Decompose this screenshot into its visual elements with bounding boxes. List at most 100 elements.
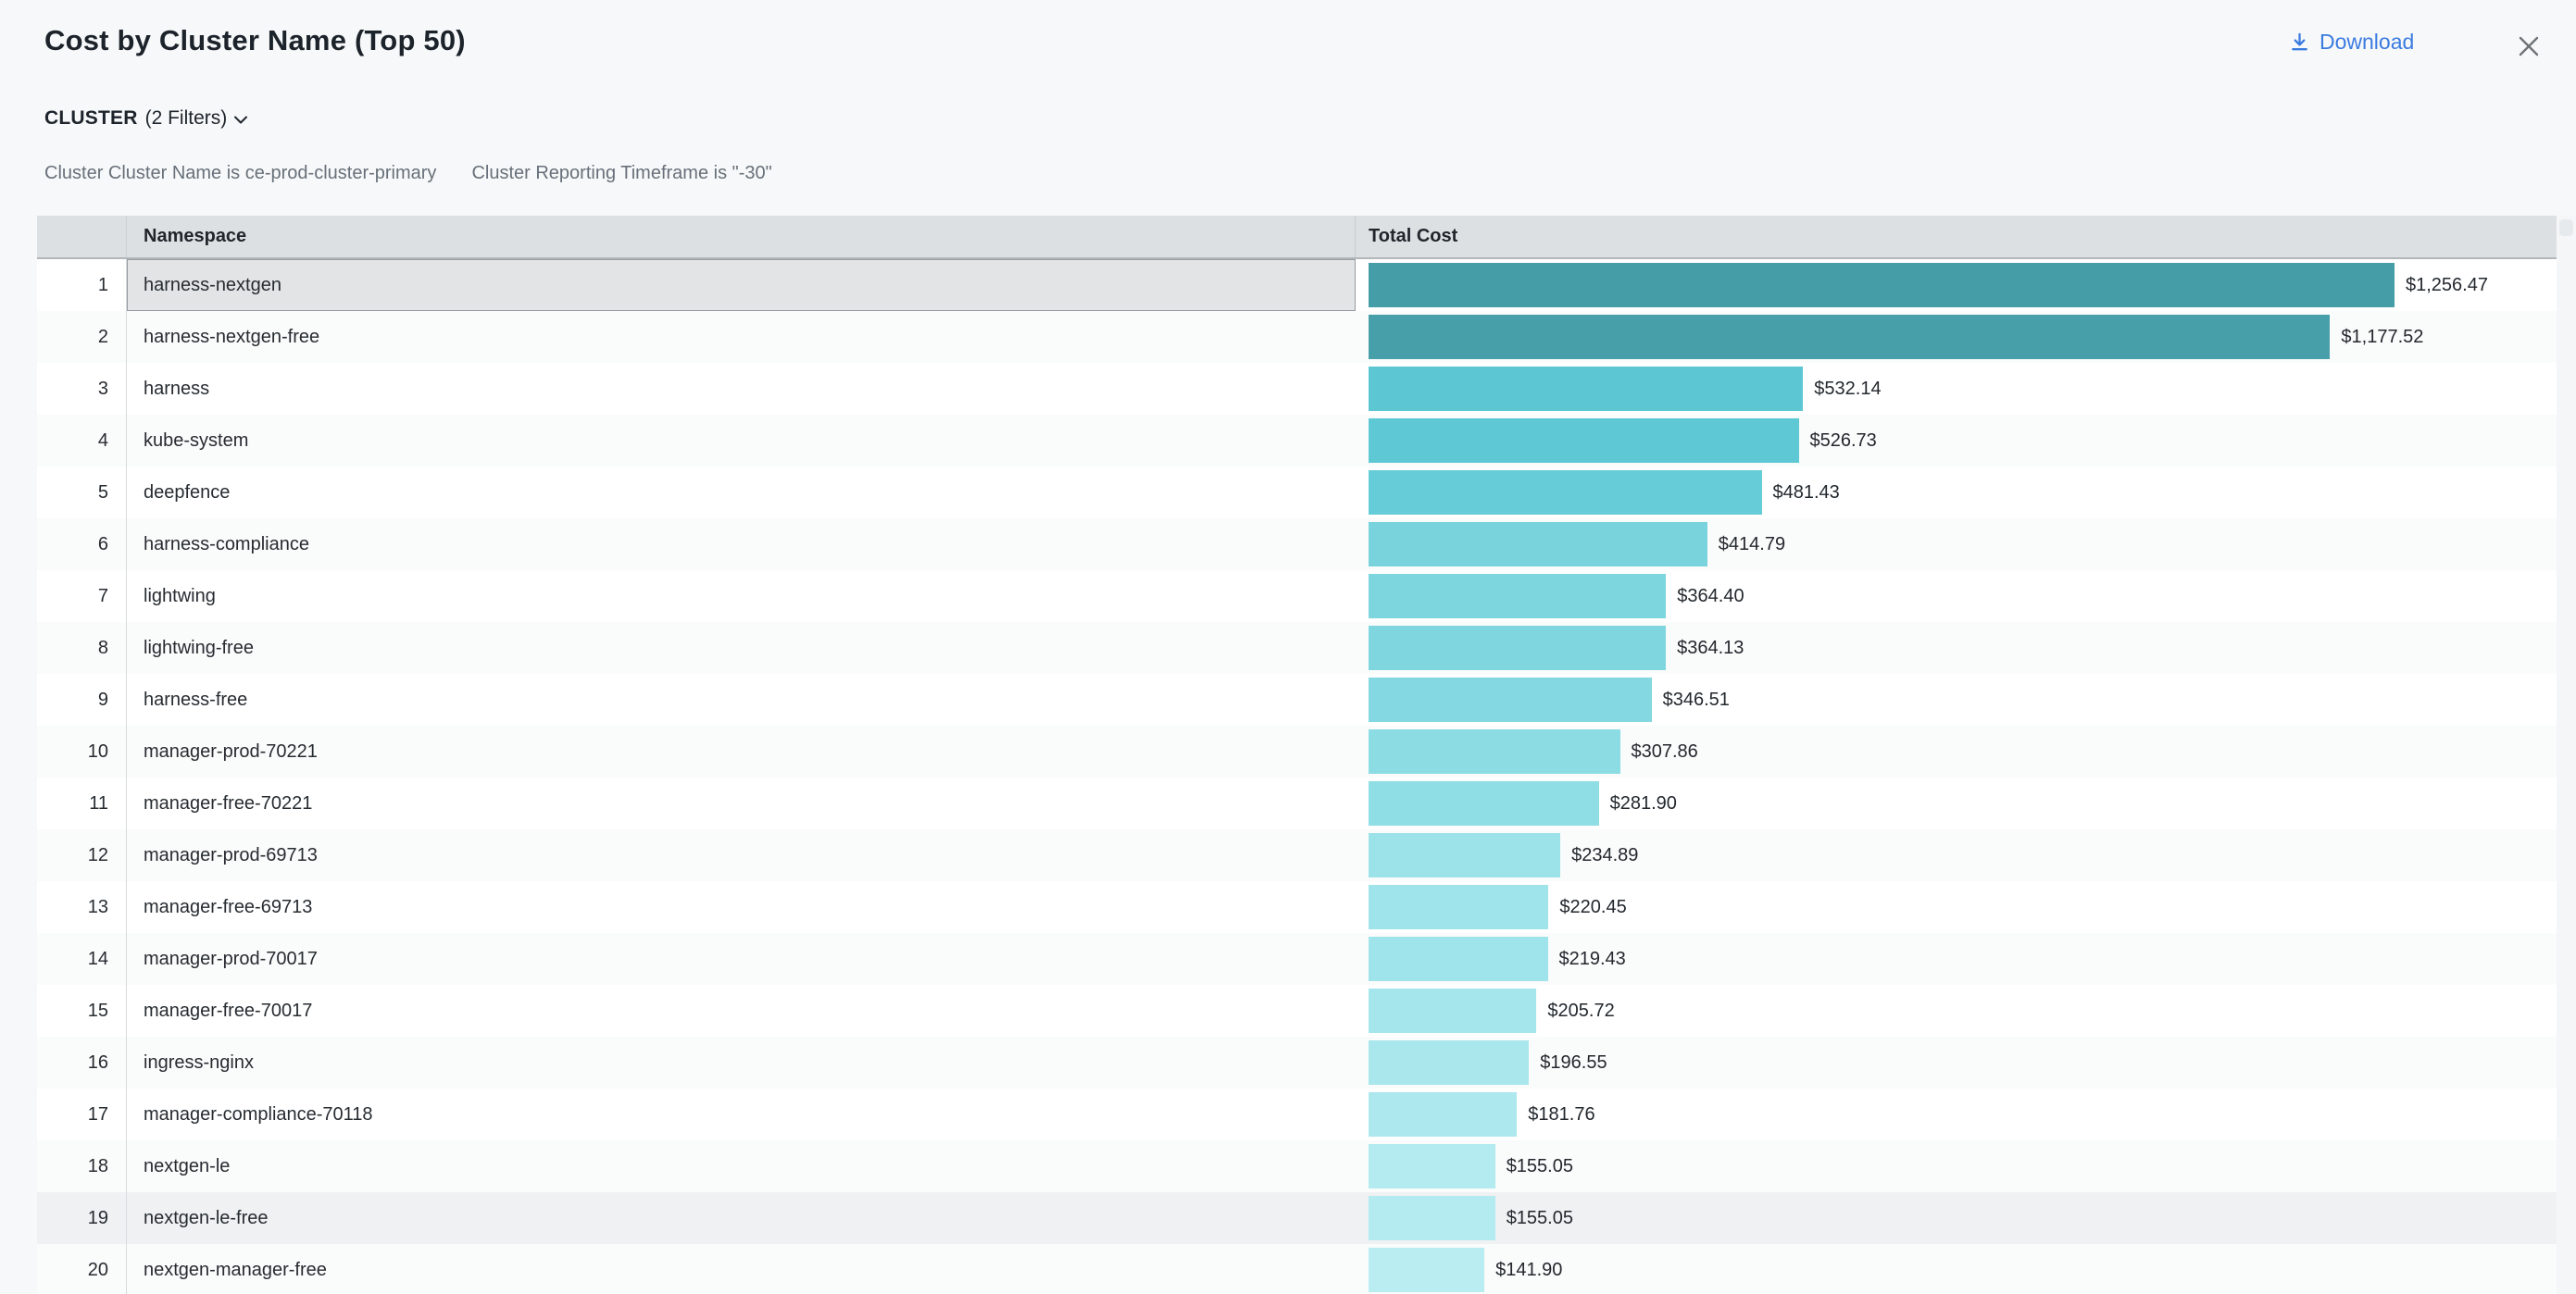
row-index: 13	[37, 881, 127, 933]
namespace-cell[interactable]: manager-free-70017	[127, 985, 1356, 1037]
table-row[interactable]: 13manager-free-69713 $220.45	[37, 881, 2557, 933]
table-row[interactable]: 3harness$532.14	[37, 363, 2557, 415]
cost-value: $481.43	[1773, 482, 1840, 504]
total-cost-cell[interactable]: $481.43	[1356, 467, 2557, 518]
cost-value: $1,256.47	[2406, 275, 2488, 296]
namespace-cell[interactable]: nextgen-le	[127, 1140, 1356, 1192]
table-row[interactable]: 14manager-prod-70017$219.43	[37, 933, 2557, 985]
namespace-cell[interactable]: manager-prod-70221	[127, 726, 1356, 778]
close-button[interactable]	[2513, 31, 2545, 62]
download-button[interactable]: Download	[2289, 30, 2414, 55]
total-cost-cell[interactable]: $414.79	[1356, 518, 2557, 570]
total-cost-cell[interactable]: $1,177.52	[1356, 311, 2557, 363]
namespace-cell[interactable]: harness-compliance	[127, 518, 1356, 570]
row-index: 7	[37, 570, 127, 622]
table-row[interactable]: 18nextgen-le$155.05	[37, 1140, 2557, 1192]
cost-bar	[1369, 937, 1548, 981]
cost-bar	[1369, 885, 1548, 929]
scrollbar-thumb[interactable]	[2559, 219, 2573, 236]
table-row[interactable]: 5deepfence$481.43	[37, 467, 2557, 518]
cost-value: $155.05	[1507, 1208, 1573, 1229]
cost-value: $234.89	[1571, 845, 1638, 866]
namespace-cell[interactable]: manager-prod-70017	[127, 933, 1356, 985]
total-cost-cell[interactable]: $196.55	[1356, 1037, 2557, 1089]
cost-bar	[1369, 574, 1666, 618]
namespace-cell[interactable]: harness-free	[127, 674, 1356, 726]
table-row[interactable]: 1harness-nextgen$1,256.47	[37, 259, 2557, 311]
total-cost-cell[interactable]: $155.05	[1356, 1140, 2557, 1192]
namespace-cell[interactable]: manager-free-70221	[127, 778, 1356, 829]
table-row[interactable]: 19nextgen-le-free$155.05	[37, 1192, 2557, 1244]
total-cost-cell[interactable]: $346.51	[1356, 674, 2557, 726]
namespace-cell[interactable]: lightwing-free	[127, 622, 1356, 674]
cost-bar	[1369, 1040, 1529, 1085]
cost-value: $220.45	[1559, 897, 1626, 918]
applied-filter-timeframe: Cluster Reporting Timeframe is "-30"	[471, 163, 771, 184]
row-index: 18	[37, 1140, 127, 1192]
total-cost-cell[interactable]: $205.72	[1356, 985, 2557, 1037]
total-cost-cell[interactable]: $1,256.47	[1356, 259, 2557, 311]
table-row[interactable]: 4kube-system$526.73	[37, 415, 2557, 467]
row-index: 15	[37, 985, 127, 1037]
namespace-cell[interactable]: deepfence	[127, 467, 1356, 518]
total-cost-cell[interactable]: $219.43	[1356, 933, 2557, 985]
total-cost-cell[interactable]: $281.90	[1356, 778, 2557, 829]
row-index: 3	[37, 363, 127, 415]
row-index: 8	[37, 622, 127, 674]
total-cost-cell[interactable]: $526.73	[1356, 415, 2557, 467]
row-index: 12	[37, 829, 127, 881]
table-row[interactable]: 17manager-compliance-70118 $181.76	[37, 1089, 2557, 1140]
namespace-cell[interactable]: harness-nextgen	[127, 259, 1356, 311]
total-cost-cell[interactable]: $532.14	[1356, 363, 2557, 415]
cost-value: $364.13	[1677, 638, 1744, 659]
total-cost-cell[interactable]: $155.05	[1356, 1192, 2557, 1244]
total-cost-cell[interactable]: $307.86	[1356, 726, 2557, 778]
total-cost-cell[interactable]: $181.76	[1356, 1089, 2557, 1140]
cost-value: $364.40	[1677, 586, 1744, 607]
table-row[interactable]: 11manager-free-70221$281.90	[37, 778, 2557, 829]
namespace-cell[interactable]: manager-compliance-70118	[127, 1089, 1356, 1140]
table-row[interactable]: 12manager-prod-69713 $234.89	[37, 829, 2557, 881]
filter-group-toggle[interactable]: CLUSTER (2 Filters)	[44, 107, 247, 130]
table-row[interactable]: 9harness-free$346.51	[37, 674, 2557, 726]
namespace-cell[interactable]: nextgen-manager-free	[127, 1244, 1356, 1294]
cost-bar	[1369, 1248, 1484, 1292]
row-index: 6	[37, 518, 127, 570]
cost-bar	[1369, 1092, 1517, 1137]
total-cost-cell[interactable]: $141.90	[1356, 1244, 2557, 1294]
table-row[interactable]: 10manager-prod-70221$307.86	[37, 726, 2557, 778]
total-cost-cell[interactable]: $220.45	[1356, 881, 2557, 933]
row-index: 17	[37, 1089, 127, 1140]
table-row[interactable]: 15manager-free-70017 $205.72	[37, 985, 2557, 1037]
total-cost-cell[interactable]: $364.40	[1356, 570, 2557, 622]
table-row[interactable]: 16ingress-nginx$196.55	[37, 1037, 2557, 1089]
namespace-column-header[interactable]: Namespace	[127, 216, 1356, 257]
total-cost-cell[interactable]: $364.13	[1356, 622, 2557, 674]
cost-bar	[1369, 781, 1599, 826]
download-icon	[2289, 31, 2310, 53]
cost-value: $414.79	[1719, 534, 1785, 555]
table-row[interactable]: 2harness-nextgen-free$1,177.52	[37, 311, 2557, 363]
namespace-cell[interactable]: ingress-nginx	[127, 1037, 1356, 1089]
table-row[interactable]: 8lightwing-free $364.13	[37, 622, 2557, 674]
total-cost-column-header[interactable]: Total Cost	[1356, 216, 2557, 257]
cost-value: $205.72	[1547, 1001, 1614, 1022]
namespace-cell[interactable]: manager-free-69713	[127, 881, 1356, 933]
total-cost-cell[interactable]: $234.89	[1356, 829, 2557, 881]
cost-bar	[1369, 418, 1799, 463]
page-title: Cost by Cluster Name (Top 50)	[44, 24, 466, 57]
namespace-cell[interactable]: harness-nextgen-free	[127, 311, 1356, 363]
table-row[interactable]: 20nextgen-manager-free$141.90	[37, 1244, 2557, 1294]
namespace-cell[interactable]: manager-prod-69713	[127, 829, 1356, 881]
vertical-scrollbar[interactable]	[2557, 216, 2576, 1294]
row-index: 16	[37, 1037, 127, 1089]
table-row[interactable]: 6harness-compliance $414.79	[37, 518, 2557, 570]
table-row[interactable]: 7lightwing $364.40	[37, 570, 2557, 622]
namespace-cell[interactable]: lightwing	[127, 570, 1356, 622]
cost-bar	[1369, 522, 1707, 566]
table-header-row: Namespace Total Cost	[37, 216, 2557, 259]
namespace-cell[interactable]: harness	[127, 363, 1356, 415]
cost-value: $181.76	[1528, 1104, 1594, 1126]
namespace-cell[interactable]: nextgen-le-free	[127, 1192, 1356, 1244]
namespace-cell[interactable]: kube-system	[127, 415, 1356, 467]
